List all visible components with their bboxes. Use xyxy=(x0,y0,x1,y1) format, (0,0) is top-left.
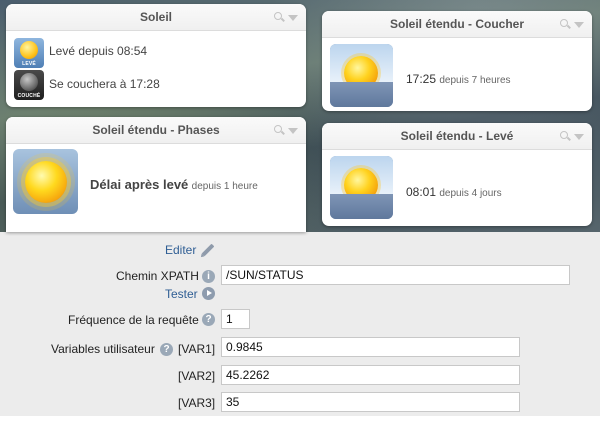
xpath-label: Chemin XPATH xyxy=(116,269,199,283)
search-icon[interactable] xyxy=(274,125,285,136)
search-icon[interactable] xyxy=(560,19,571,30)
var2-input[interactable]: 45.2262 xyxy=(221,365,520,385)
sunset-sun-icon xyxy=(330,44,393,107)
widget-title: Soleil étendu - Levé xyxy=(400,129,514,143)
widget-header: Soleil xyxy=(6,4,306,31)
chevron-down-icon[interactable] xyxy=(288,127,298,134)
sunset-time: 17:25 xyxy=(406,72,437,86)
phase-sun-icon xyxy=(13,149,78,214)
widget-soleil: Soleil LEVÉ Levé depuis 08:54 COUCHÉ Se … xyxy=(6,4,306,107)
widget-title: Soleil étendu - Phases xyxy=(92,123,220,137)
sunrise-sun-icon xyxy=(330,156,393,219)
widget-title: Soleil xyxy=(139,10,172,24)
chevron-down-icon[interactable] xyxy=(288,14,298,21)
sunset-icon: COUCHÉ xyxy=(14,70,44,100)
edit-link[interactable]: Editer xyxy=(165,243,196,257)
play-icon[interactable] xyxy=(202,287,215,300)
chevron-down-icon[interactable] xyxy=(574,133,584,140)
xpath-input[interactable]: /SUN/STATUS xyxy=(221,265,570,285)
frequency-input[interactable]: 1 xyxy=(221,309,250,329)
var3-input[interactable]: 35 xyxy=(221,392,520,412)
widget-soleil-etendu-leve: Soleil étendu - Levé 08:01 depuis 4 jour… xyxy=(322,123,592,226)
phase-status-line: Délai après levé depuis 1 heure xyxy=(90,177,258,192)
sunrise-text: Levé depuis 08:54 xyxy=(49,44,148,58)
test-link[interactable]: Tester xyxy=(165,287,198,301)
user-variables-label: Variables utilisateur xyxy=(51,342,155,356)
widget-soleil-etendu-coucher: Soleil étendu - Coucher 17:25 depuis 7 h… xyxy=(322,11,592,111)
info-icon[interactable]: i xyxy=(202,270,215,283)
search-icon[interactable] xyxy=(274,12,285,23)
widget-header: Soleil étendu - Levé xyxy=(322,123,592,150)
var3-label: [VAR3] xyxy=(178,396,216,410)
sunset-ago: depuis 7 heures xyxy=(439,75,511,86)
help-icon[interactable]: ? xyxy=(160,343,173,356)
form-footer xyxy=(0,416,600,433)
sunrise-time: 08:01 xyxy=(406,185,437,199)
help-icon[interactable]: ? xyxy=(202,313,215,326)
sunset-text: Se couchera à 17:28 xyxy=(49,77,160,91)
search-icon[interactable] xyxy=(560,131,571,142)
sunset-icon-caption: COUCHÉ xyxy=(17,93,41,99)
sunrise-ago: depuis 4 jours xyxy=(439,188,502,199)
widget-soleil-etendu-phases: Soleil étendu - Phases Délai après levé … xyxy=(6,117,306,232)
phase-status: Délai après levé xyxy=(90,177,189,192)
widget-title: Soleil étendu - Coucher xyxy=(389,17,524,31)
sunset-time-line: 17:25 depuis 7 heures xyxy=(406,72,511,86)
sunrise-icon: LEVÉ xyxy=(14,38,44,68)
frequency-label: Fréquence de la requête xyxy=(68,313,199,327)
sunrise-time-line: 08:01 depuis 4 jours xyxy=(406,185,502,199)
var1-input[interactable]: 0.9845 xyxy=(221,337,520,357)
widget-header: Soleil étendu - Coucher xyxy=(322,11,592,38)
chevron-down-icon[interactable] xyxy=(574,21,584,28)
var1-label: [VAR1] xyxy=(178,342,216,356)
sunrise-icon-caption: LEVÉ xyxy=(22,61,36,67)
widget-header: Soleil étendu - Phases xyxy=(6,117,306,144)
var2-label: [VAR2] xyxy=(178,369,216,383)
phase-ago: depuis 1 heure xyxy=(191,181,258,192)
